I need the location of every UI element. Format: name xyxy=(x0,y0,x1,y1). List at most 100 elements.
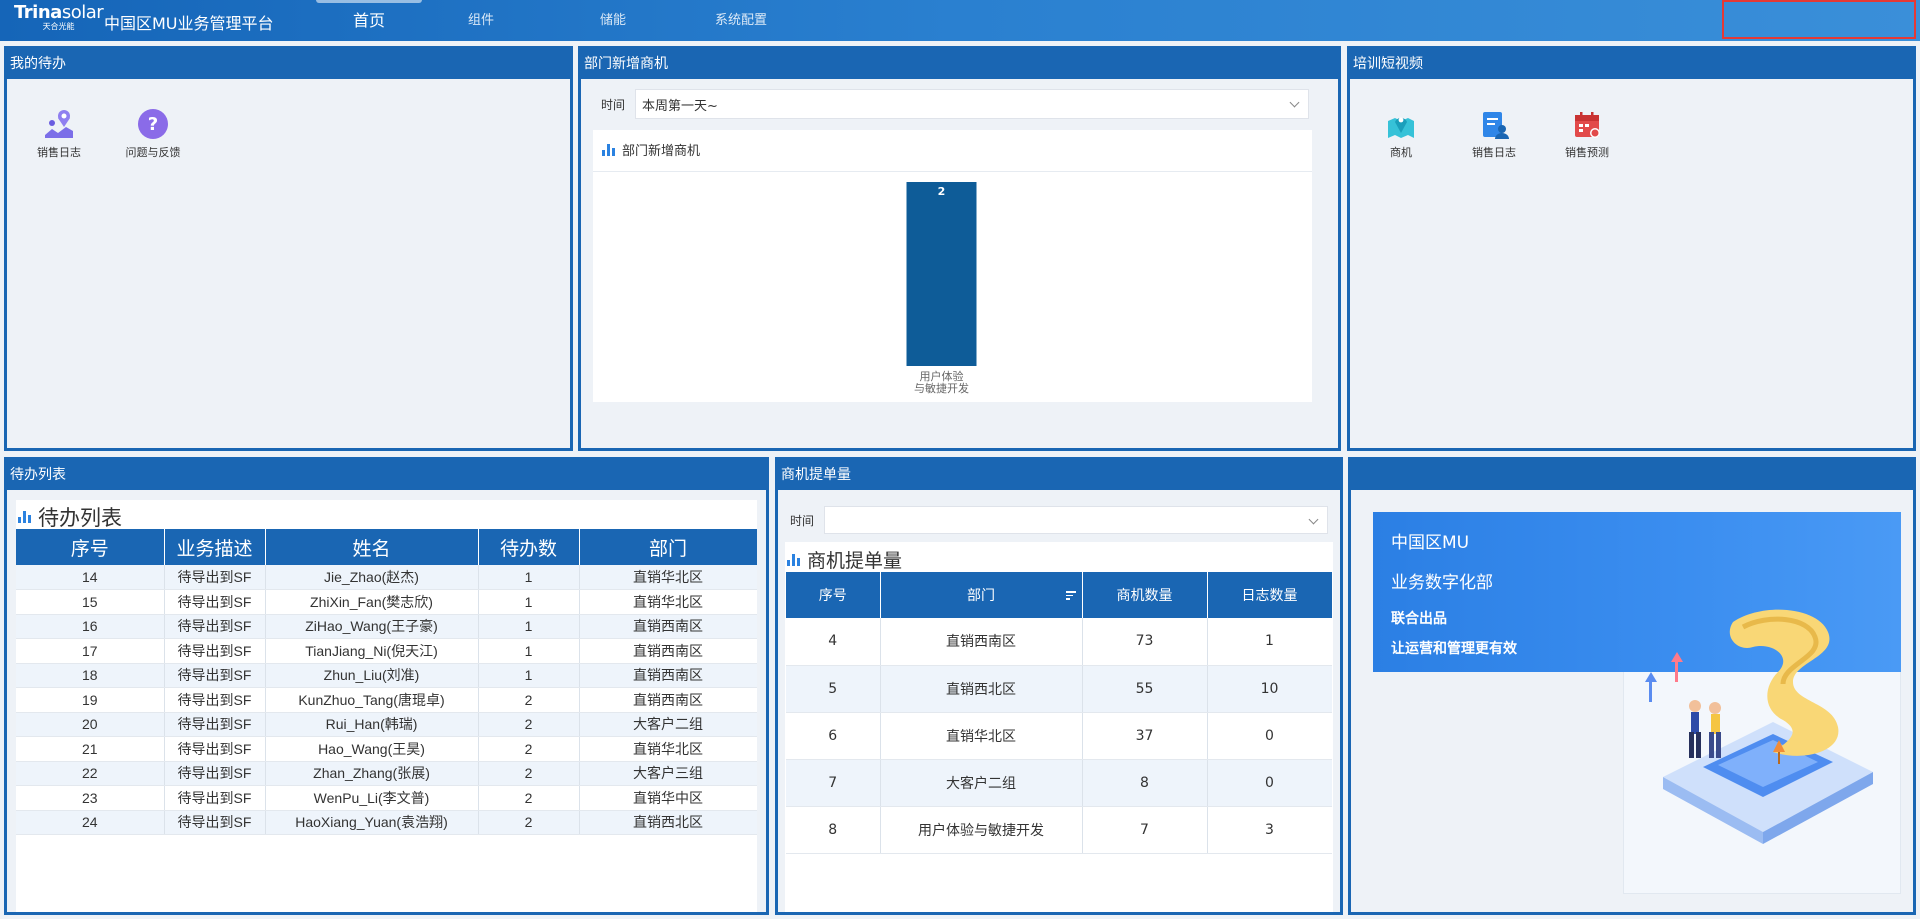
logo: Trinasolar 天合光能 xyxy=(14,2,104,32)
table-cell: 待导出到SF xyxy=(164,785,266,811)
todo-table: 序号 业务描述 姓名 待办数 部门 14 待导出到SF Jie_Zhao(赵杰) 1 直… xyxy=(16,529,757,835)
table-cell: 待导出到SF xyxy=(164,565,266,590)
order-card-header: 商机提单量 xyxy=(787,546,902,573)
app-title: 中国区MU业务管理平台 xyxy=(104,14,274,33)
todo-sales-log[interactable]: 销售日志 xyxy=(19,107,99,160)
top-bar: Trinasolar 天合光能 中国区MU业务管理平台 首页 组件 储能 系统配… xyxy=(0,0,1920,41)
table-row[interactable]: 8 用户体验与敏捷开发 7 3 xyxy=(786,806,1332,854)
logo-brand-a: Trina xyxy=(14,2,62,23)
table-cell: 23 xyxy=(16,785,165,811)
column-header[interactable]: 部门 xyxy=(579,529,757,565)
todo-feedback[interactable]: ? 问题与反馈 xyxy=(113,107,193,160)
table-row[interactable]: 15 待导出到SF ZhiXin_Fan(樊志欣) 1 直销华北区 xyxy=(16,589,757,615)
table-row[interactable]: 22 待导出到SF Zhan_Zhang(张展) 2 大客户三组 xyxy=(16,761,757,786)
table-cell: 直销西南区 xyxy=(880,618,1083,666)
column-header[interactable]: 待办数 xyxy=(478,529,580,565)
table-cell: 0 xyxy=(1207,712,1332,760)
training-sales-log[interactable]: 销售日志 xyxy=(1454,109,1534,160)
column-header[interactable]: 日志数量 xyxy=(1207,572,1332,618)
table-cell: 待导出到SF xyxy=(164,638,266,664)
table-row[interactable]: 21 待导出到SF Hao_Wang(王昊) 2 直销华北区 xyxy=(16,736,757,762)
table-row[interactable]: 24 待导出到SF HaoXiang_Yuan(袁浩翔) 2 直销西北区 xyxy=(16,810,757,835)
map-pin-user-icon xyxy=(45,110,73,138)
table-cell: 2 xyxy=(478,810,580,835)
nav-home[interactable]: 首页 xyxy=(316,0,422,41)
table-cell: 2 xyxy=(478,785,580,811)
promo-line-2: 业务数字化部 xyxy=(1391,573,1493,593)
time-filter: 时间 xyxy=(790,506,1328,534)
table-cell: 2 xyxy=(478,736,580,762)
table-cell: 直销西北区 xyxy=(579,810,757,835)
table-cell: 直销华中区 xyxy=(579,785,757,811)
table-cell: 15 xyxy=(16,589,165,615)
column-header[interactable]: 业务描述 xyxy=(164,529,266,565)
chevron-down-icon xyxy=(1289,97,1300,108)
column-header[interactable]: 商机数量 xyxy=(1082,572,1208,618)
table-row[interactable]: 18 待导出到SF Zhun_Liu(刘准) 1 直销西南区 xyxy=(16,663,757,688)
todo-list-card-title: 待办列表 xyxy=(38,506,122,530)
nav-storage[interactable]: 储能 xyxy=(578,0,648,41)
table-cell: 19 xyxy=(16,687,165,713)
table-cell: 待导出到SF xyxy=(164,736,266,762)
table-cell: 待导出到SF xyxy=(164,810,266,835)
chart-card-header: 部门新增商机 xyxy=(602,140,700,159)
panel-title: 部门新增商机 xyxy=(581,49,1338,79)
column-header[interactable]: 序号 xyxy=(786,572,881,618)
opportunity-chart-card: 部门新增商机 2 用户体验与敏捷开发 xyxy=(593,130,1312,402)
table-row[interactable]: 7 大客户二组 8 0 xyxy=(786,759,1332,807)
table-cell: 大客户三组 xyxy=(579,761,757,786)
training-sales-forecast[interactable]: 销售预测 xyxy=(1547,109,1627,160)
nav-system-config[interactable]: 系统配置 xyxy=(694,0,788,41)
table-row[interactable]: 19 待导出到SF KunZhuo_Tang(唐琨卓) 2 直销西南区 xyxy=(16,687,757,713)
table-cell: 待导出到SF xyxy=(164,663,266,688)
table-row[interactable]: 5 直销西北区 55 10 xyxy=(786,665,1332,713)
svg-text:?: ? xyxy=(148,114,158,135)
training-opportunity[interactable]: 商机 xyxy=(1361,109,1441,160)
dept-opportunity-panel: 部门新增商机 时间 本周第一天~ 部门新增商机 2 用户体验与敏捷开发 xyxy=(578,46,1341,451)
table-row[interactable]: 6 直销华北区 37 0 xyxy=(786,712,1332,760)
bar[interactable] xyxy=(906,182,977,366)
table-cell: WenPu_Li(李文普) xyxy=(265,785,479,811)
column-header-dept[interactable]: 部门 xyxy=(880,572,1083,618)
bar-chart-icon xyxy=(787,553,801,566)
table-row[interactable]: 16 待导出到SF ZiHao_Wang(王子豪) 1 直销西南区 xyxy=(16,614,757,639)
table-cell: 20 xyxy=(16,712,165,737)
order-table: 序号 部门 商机数量 日志数量 4 直销西南区 73 1 5 直销西北区 55 10 6 直销华北… xyxy=(786,572,1332,854)
order-card-title: 商机提单量 xyxy=(807,550,903,572)
panel-title: 培训短视频 xyxy=(1350,49,1913,79)
table-cell: 5 xyxy=(786,665,881,713)
bar-chart-icon xyxy=(602,143,616,156)
column-header[interactable]: 序号 xyxy=(16,529,165,565)
table-cell: 37 xyxy=(1082,712,1208,760)
time-select[interactable]: 本周第一天~ xyxy=(635,89,1309,119)
table-row[interactable]: 23 待导出到SF WenPu_Li(李文普) 2 直销华中区 xyxy=(16,785,757,811)
my-todo-panel: 我的待办 销售日志 ? 问题与反馈 xyxy=(4,46,573,451)
table-cell: 直销西南区 xyxy=(579,663,757,688)
table-row[interactable]: 4 直销西南区 73 1 xyxy=(786,618,1332,666)
table-cell: 1 xyxy=(478,565,580,590)
todo-table-wrap[interactable]: 序号 业务描述 姓名 待办数 部门 14 待导出到SF Jie_Zhao(赵杰) 1 直… xyxy=(16,529,757,912)
question-icon: ? xyxy=(138,109,168,139)
time-select[interactable] xyxy=(824,506,1328,534)
table-cell: 7 xyxy=(786,759,881,807)
todo-list-card: 待办列表 序号 业务描述 姓名 待办数 部门 14 待导出到SF Jie_Zhao(… xyxy=(16,500,757,912)
table-cell: 17 xyxy=(16,638,165,664)
table-cell: 14 xyxy=(16,565,165,590)
table-cell: Zhan_Zhang(张展) xyxy=(265,761,479,786)
table-cell: 待导出到SF xyxy=(164,687,266,713)
table-row[interactable]: 14 待导出到SF Jie_Zhao(赵杰) 1 直销华北区 xyxy=(16,565,757,590)
panel-title-empty xyxy=(1351,460,1913,490)
table-cell: 6 xyxy=(786,712,881,760)
table-cell: 直销西北区 xyxy=(880,665,1083,713)
column-header[interactable]: 姓名 xyxy=(265,529,479,565)
table-cell: 18 xyxy=(16,663,165,688)
sort-icon[interactable] xyxy=(1065,591,1076,600)
table-row[interactable]: 17 待导出到SF TianJiang_Ni(倪天江) 1 直销西南区 xyxy=(16,638,757,664)
order-volume-panel: 商机提单量 时间 商机提单量 序号 部门 商机数量 日志数量 4 直销西南区 7… xyxy=(775,457,1343,915)
nav-modules[interactable]: 组件 xyxy=(446,0,516,41)
table-cell: 4 xyxy=(786,618,881,666)
table-row[interactable]: 20 待导出到SF Rui_Han(韩瑞) 2 大客户二组 xyxy=(16,712,757,737)
order-table-wrap[interactable]: 序号 部门 商机数量 日志数量 4 直销西南区 73 1 5 直销西北区 55 10 6 直销华北… xyxy=(786,572,1332,912)
table-cell: 1 xyxy=(1207,618,1332,666)
table-cell: 待导出到SF xyxy=(164,761,266,786)
